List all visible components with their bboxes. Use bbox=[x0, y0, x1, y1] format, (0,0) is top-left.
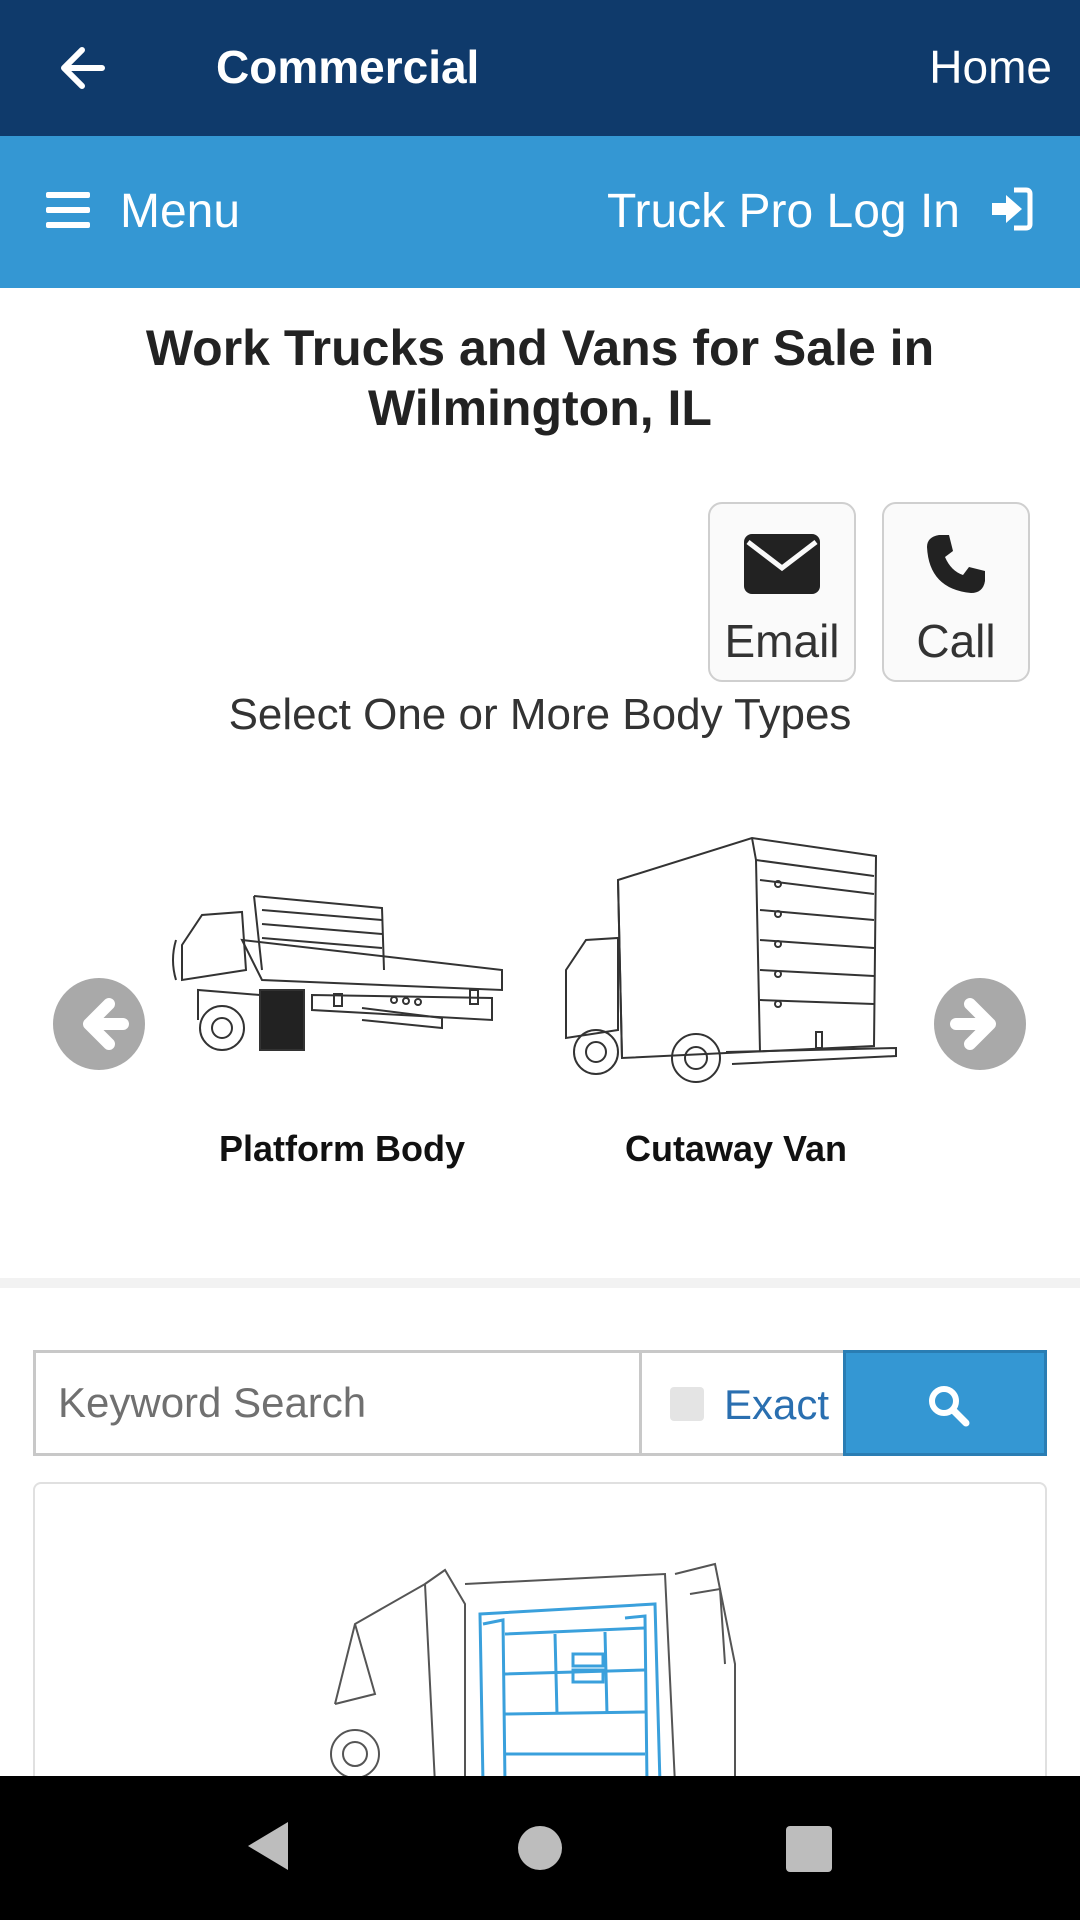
exact-label: Exact bbox=[724, 1381, 830, 1428]
email-button[interactable]: Email bbox=[708, 502, 856, 682]
cargo-van-upfit-illustration bbox=[330, 1562, 736, 1784]
envelope-icon bbox=[744, 534, 820, 594]
system-navigation-bar bbox=[0, 1776, 1080, 1920]
nav-back-icon[interactable] bbox=[244, 1820, 292, 1872]
exact-match-toggle[interactable]: Exact bbox=[639, 1350, 877, 1456]
app-top-bar: Commercial Home bbox=[0, 0, 1080, 136]
nav-home-icon[interactable] bbox=[518, 1826, 562, 1870]
arrow-left-icon[interactable] bbox=[52, 36, 116, 100]
exact-checkbox[interactable] bbox=[670, 1387, 704, 1421]
truck-pro-login-link[interactable]: Truck Pro Log In bbox=[607, 184, 960, 239]
call-button[interactable]: Call bbox=[882, 502, 1030, 682]
carousel-prev-button[interactable] bbox=[53, 978, 145, 1070]
circle-arrow-left-icon bbox=[83, 998, 129, 1050]
search-icon bbox=[929, 1386, 970, 1427]
cutaway-van-illustration bbox=[565, 836, 897, 1083]
carousel-next-button[interactable] bbox=[934, 978, 1026, 1070]
email-button-label: Email bbox=[724, 615, 840, 667]
body-type-label: Cutaway Van bbox=[624, 1128, 848, 1169]
keyword-search-bar: Exact bbox=[33, 1350, 1047, 1456]
sign-in-icon[interactable] bbox=[988, 186, 1034, 232]
menu-button[interactable]: Menu bbox=[120, 184, 240, 239]
circle-arrow-right-icon bbox=[950, 998, 996, 1050]
nav-recents-icon[interactable] bbox=[786, 1826, 832, 1872]
secondary-nav-bar: Menu Truck Pro Log In bbox=[0, 136, 1080, 288]
call-button-label: Call bbox=[916, 615, 996, 667]
home-link[interactable]: Home bbox=[929, 40, 1052, 94]
page-title: Work Trucks and Vans for Sale in Wilming… bbox=[145, 320, 935, 436]
search-button[interactable] bbox=[843, 1350, 1047, 1456]
body-type-label: Platform Body bbox=[218, 1128, 466, 1169]
section-divider bbox=[0, 1278, 1080, 1288]
platform-truck-illustration bbox=[172, 895, 503, 1051]
body-types-prompt: Select One or More Body Types bbox=[228, 690, 852, 739]
phone-icon bbox=[927, 535, 985, 593]
keyword-search-input[interactable] bbox=[33, 1350, 641, 1456]
hamburger-icon[interactable] bbox=[46, 190, 90, 230]
app-title: Commercial bbox=[216, 41, 480, 93]
